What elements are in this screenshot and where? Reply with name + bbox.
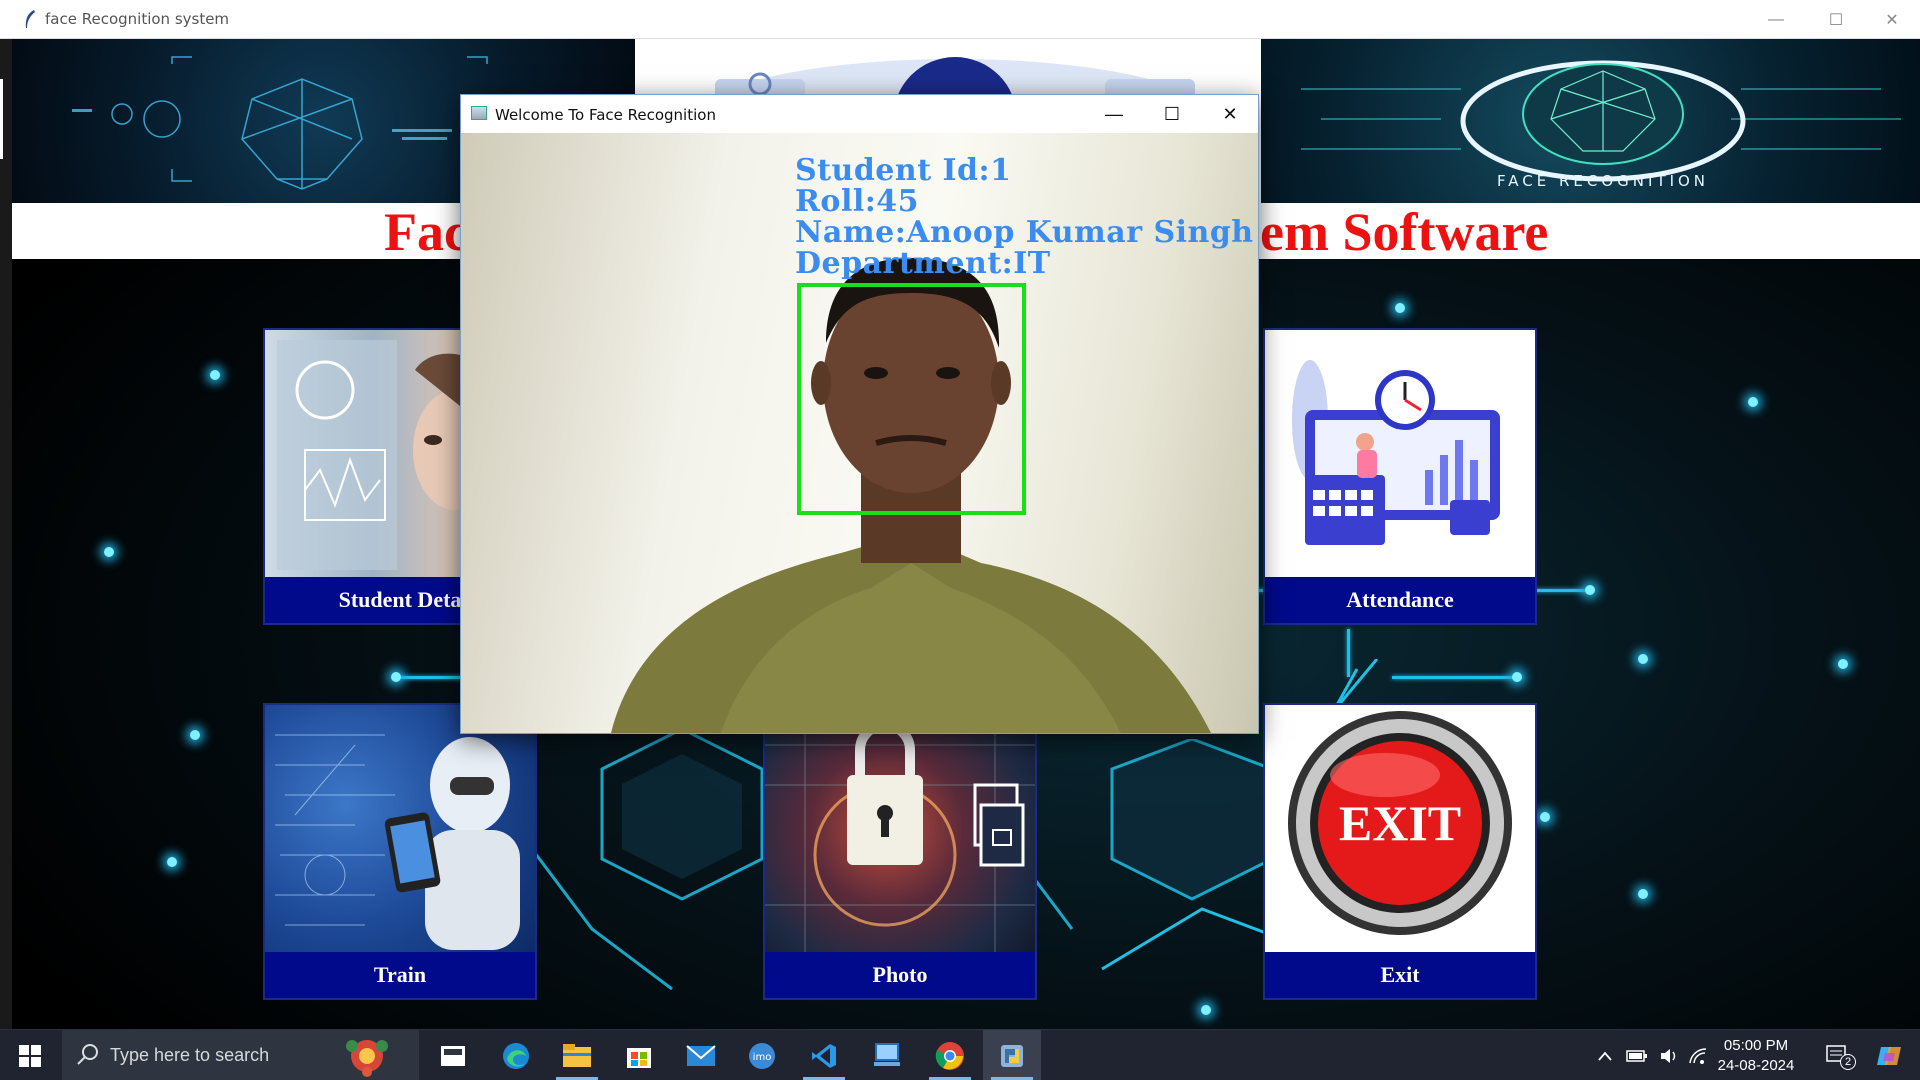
copilot-icon bbox=[1877, 1046, 1901, 1065]
student-id-text: Student Id:1 bbox=[795, 153, 1012, 188]
glow-dot bbox=[1540, 812, 1550, 822]
glow-dot bbox=[1638, 654, 1648, 664]
store-icon bbox=[627, 1047, 651, 1068]
glow-dot bbox=[104, 547, 114, 557]
wifi-icon bbox=[1689, 1047, 1707, 1064]
vscode-icon bbox=[812, 1043, 836, 1068]
glow-dot bbox=[210, 370, 220, 380]
glow-dot bbox=[1512, 672, 1522, 682]
file-explorer-button[interactable] bbox=[548, 1030, 606, 1080]
main-window-titlebar[interactable]: face Recognition system — ☐ ✕ bbox=[0, 0, 1920, 39]
battery-icon bbox=[1626, 1049, 1647, 1062]
clock-time: 05:00 PM bbox=[1723, 1037, 1789, 1054]
taskbar: Type here to search imo 05:00 PM 24-08-2… bbox=[0, 1029, 1920, 1080]
train-button[interactable]: Train bbox=[263, 703, 537, 1000]
svg-text:imo: imo bbox=[753, 1052, 772, 1063]
main-window-title: face Recognition system bbox=[45, 10, 230, 28]
glow-dot bbox=[1638, 889, 1648, 899]
search-highlight-icon bbox=[346, 1040, 388, 1077]
attendance-image bbox=[1265, 330, 1535, 578]
face-detection-box bbox=[797, 283, 1026, 515]
task-view-icon bbox=[441, 1045, 465, 1066]
camera-feed: Student Id:1 Roll:45 Name:Anoop Kumar Si… bbox=[461, 133, 1258, 733]
window-app-icon bbox=[471, 106, 487, 120]
photo-label: Photo bbox=[765, 952, 1035, 998]
remote-desktop-button[interactable] bbox=[858, 1030, 916, 1080]
popup-minimize-button[interactable]: — bbox=[1085, 95, 1143, 133]
glow-dot bbox=[1748, 397, 1758, 407]
store-button[interactable] bbox=[610, 1030, 668, 1080]
mail-button[interactable] bbox=[672, 1030, 730, 1080]
taskbar-search-box[interactable]: Type here to search bbox=[62, 1030, 419, 1080]
exit-button[interactable]: EXIT Exit bbox=[1263, 703, 1537, 1000]
glow-dot bbox=[391, 672, 401, 682]
popup-maximize-button[interactable]: ☐ bbox=[1143, 95, 1201, 133]
photo-image bbox=[765, 705, 1035, 953]
python-button[interactable] bbox=[983, 1030, 1041, 1080]
minimize-button[interactable]: — bbox=[1746, 0, 1806, 39]
department-text: Department:IT bbox=[795, 246, 1051, 281]
python-icon bbox=[1001, 1044, 1023, 1067]
glow-dot bbox=[1201, 1005, 1211, 1015]
train-image bbox=[265, 705, 535, 953]
clock-button[interactable]: 05:00 PM 24-08-2024 bbox=[1706, 1036, 1806, 1076]
remote-desktop-icon bbox=[874, 1042, 900, 1066]
feather-icon bbox=[25, 10, 35, 28]
train-label: Train bbox=[265, 952, 535, 998]
imo-icon: imo bbox=[749, 1042, 775, 1069]
maximize-button[interactable]: ☐ bbox=[1806, 0, 1866, 39]
edge-button[interactable] bbox=[487, 1030, 545, 1080]
popup-close-button[interactable]: ✕ bbox=[1201, 95, 1259, 133]
name-text: Name:Anoop Kumar Singh bbox=[795, 215, 1254, 250]
edge-icon bbox=[503, 1042, 529, 1069]
face-recognition-window-title: Welcome To Face Recognition bbox=[495, 106, 716, 124]
task-view-button[interactable] bbox=[424, 1030, 482, 1080]
search-placeholder: Type here to search bbox=[110, 1045, 270, 1065]
folder-icon bbox=[563, 1043, 591, 1067]
exit-label: Exit bbox=[1265, 952, 1535, 998]
chrome-icon bbox=[935, 1041, 964, 1070]
exit-image: EXIT bbox=[1265, 705, 1535, 953]
banner-face-recognition-image: FACE RECOGNITION bbox=[1261, 39, 1920, 203]
screen: face Recognition system — ☐ ✕ FACE RECOG… bbox=[0, 0, 1920, 1080]
photo-button[interactable]: Photo bbox=[763, 703, 1037, 1000]
speaker-icon bbox=[1661, 1048, 1676, 1063]
glow-dot bbox=[190, 730, 200, 740]
notification-count: 2 bbox=[1840, 1054, 1856, 1070]
volume-button[interactable] bbox=[1654, 1030, 1684, 1080]
clock-date: 24-08-2024 bbox=[1717, 1057, 1795, 1074]
imo-button[interactable]: imo bbox=[733, 1030, 791, 1080]
app-heading-right: em Software bbox=[1260, 202, 1549, 262]
banner-caption: FACE RECOGNITION bbox=[1497, 172, 1709, 190]
left-edge-strip bbox=[0, 39, 12, 1067]
show-hidden-icons-button[interactable] bbox=[1592, 1030, 1618, 1080]
vscode-button[interactable] bbox=[795, 1030, 853, 1080]
search-icon bbox=[77, 1044, 98, 1065]
windows-logo-icon bbox=[19, 1044, 41, 1067]
exit-image-text: EXIT bbox=[1339, 795, 1461, 851]
battery-button[interactable] bbox=[1620, 1030, 1654, 1080]
glow-dot bbox=[1395, 303, 1405, 313]
attendance-button[interactable]: Attendance bbox=[1263, 328, 1537, 625]
face-recognition-window[interactable]: Welcome To Face Recognition — ☐ ✕ Studen… bbox=[460, 94, 1259, 734]
attendance-label: Attendance bbox=[1265, 577, 1535, 623]
mail-icon bbox=[686, 1044, 716, 1066]
face-recognition-window-titlebar[interactable]: Welcome To Face Recognition — ☐ ✕ bbox=[461, 95, 1258, 133]
glow-dot bbox=[1585, 585, 1595, 595]
app-heading-left: Fac bbox=[384, 202, 468, 262]
chrome-button[interactable] bbox=[921, 1030, 979, 1080]
chevron-up-icon bbox=[1598, 1051, 1612, 1061]
glow-dot bbox=[1838, 659, 1848, 669]
glow-dot bbox=[167, 857, 177, 867]
roll-text: Roll:45 bbox=[795, 184, 920, 219]
edge-highlight bbox=[0, 79, 3, 159]
close-button[interactable]: ✕ bbox=[1862, 0, 1920, 39]
copilot-button[interactable] bbox=[1864, 1030, 1914, 1080]
notifications-button[interactable]: 2 bbox=[1818, 1030, 1858, 1080]
start-button[interactable] bbox=[0, 1030, 60, 1080]
